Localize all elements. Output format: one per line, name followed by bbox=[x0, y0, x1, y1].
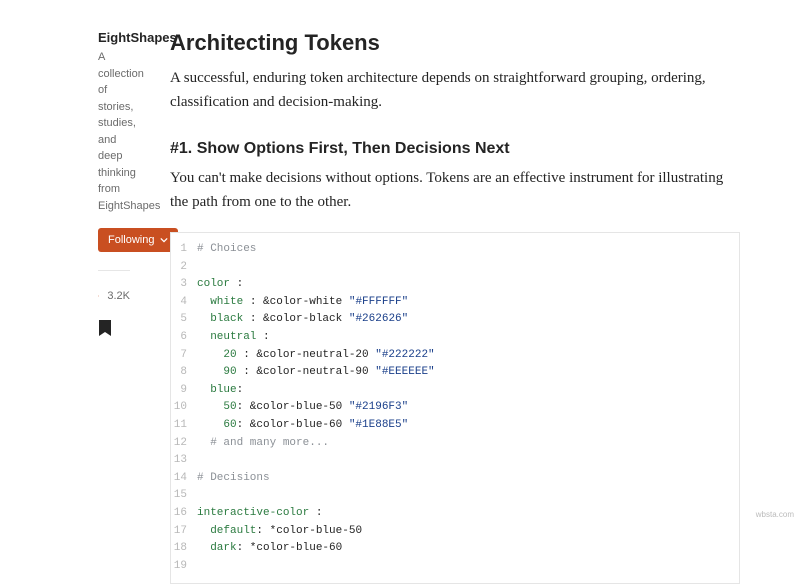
sidebar: EightShapes A collection of stories, stu… bbox=[0, 30, 130, 584]
line-number: 15 bbox=[171, 487, 197, 505]
line-number: 17 bbox=[171, 523, 197, 541]
code-content: interactive-color : bbox=[197, 505, 322, 523]
code-line: 4 white : &color-white "#FFFFFF" bbox=[171, 294, 739, 312]
code-line: 19 bbox=[171, 558, 739, 576]
code-line: 1# Choices bbox=[171, 241, 739, 259]
code-line: 18 dark: *color-blue-60 bbox=[171, 540, 739, 558]
line-number: 14 bbox=[171, 470, 197, 488]
line-number: 5 bbox=[171, 311, 197, 329]
line-number: 2 bbox=[171, 259, 197, 277]
article-subtitle: A successful, enduring token architectur… bbox=[170, 66, 740, 114]
code-line: 13 bbox=[171, 452, 739, 470]
code-content: # and many more... bbox=[197, 435, 329, 453]
section-heading: #1. Show Options First, Then Decisions N… bbox=[170, 140, 740, 158]
code-line: 6 neutral : bbox=[171, 329, 739, 347]
line-number: 11 bbox=[171, 417, 197, 435]
code-content: # Choices bbox=[197, 241, 256, 259]
code-line: 12 # and many more... bbox=[171, 435, 739, 453]
code-line: 17 default: *color-blue-50 bbox=[171, 523, 739, 541]
line-number: 13 bbox=[171, 452, 197, 470]
code-line: 16interactive-color : bbox=[171, 505, 739, 523]
article-body: Architecting Tokens A successful, enduri… bbox=[130, 30, 760, 584]
code-content: blue: bbox=[197, 382, 243, 400]
divider bbox=[98, 270, 130, 271]
clap-icon bbox=[98, 287, 99, 305]
code-line: 9 blue: bbox=[171, 382, 739, 400]
section-paragraph: You can't make decisions without options… bbox=[170, 166, 740, 214]
code-content: color : bbox=[197, 276, 243, 294]
line-number: 10 bbox=[171, 399, 197, 417]
code-content: 20 : &color-neutral-20 "#222222" bbox=[197, 347, 435, 365]
code-line: 15 bbox=[171, 487, 739, 505]
line-number: 9 bbox=[171, 382, 197, 400]
code-content: default: *color-blue-50 bbox=[197, 523, 362, 541]
clap-stat[interactable]: 3.2K bbox=[98, 287, 130, 305]
line-number: 16 bbox=[171, 505, 197, 523]
article-heading: Architecting Tokens bbox=[170, 30, 740, 56]
code-line: 8 90 : &color-neutral-90 "#EEEEEE" bbox=[171, 364, 739, 382]
line-number: 3 bbox=[171, 276, 197, 294]
line-number: 1 bbox=[171, 241, 197, 259]
code-line: 2 bbox=[171, 259, 739, 277]
clap-count: 3.2K bbox=[107, 290, 130, 302]
code-content: 90 : &color-neutral-90 "#EEEEEE" bbox=[197, 364, 435, 382]
code-block: 1# Choices23color :4 white : &color-whit… bbox=[170, 232, 740, 584]
code-content: neutral : bbox=[197, 329, 270, 347]
code-content: black : &color-black "#262626" bbox=[197, 311, 408, 329]
line-number: 8 bbox=[171, 364, 197, 382]
code-line: 5 black : &color-black "#262626" bbox=[171, 311, 739, 329]
publication-title[interactable]: EightShapes bbox=[98, 30, 130, 45]
bookmark-icon[interactable] bbox=[98, 319, 112, 337]
line-number: 18 bbox=[171, 540, 197, 558]
line-number: 4 bbox=[171, 294, 197, 312]
code-content: 50: &color-blue-50 "#2196F3" bbox=[197, 399, 408, 417]
code-line: 7 20 : &color-neutral-20 "#222222" bbox=[171, 347, 739, 365]
publication-description: A collection of stories, studies, and de… bbox=[98, 49, 130, 214]
code-content: dark: *color-blue-60 bbox=[197, 540, 342, 558]
code-line: 10 50: &color-blue-50 "#2196F3" bbox=[171, 399, 739, 417]
code-content: white : &color-white "#FFFFFF" bbox=[197, 294, 408, 312]
line-number: 7 bbox=[171, 347, 197, 365]
code-line: 11 60: &color-blue-60 "#1E88E5" bbox=[171, 417, 739, 435]
code-content: # Decisions bbox=[197, 470, 270, 488]
code-line: 14# Decisions bbox=[171, 470, 739, 488]
source-attribution: wbsta.com bbox=[756, 510, 794, 519]
line-number: 19 bbox=[171, 558, 197, 576]
line-number: 6 bbox=[171, 329, 197, 347]
code-line: 3color : bbox=[171, 276, 739, 294]
line-number: 12 bbox=[171, 435, 197, 453]
code-content: 60: &color-blue-60 "#1E88E5" bbox=[197, 417, 408, 435]
